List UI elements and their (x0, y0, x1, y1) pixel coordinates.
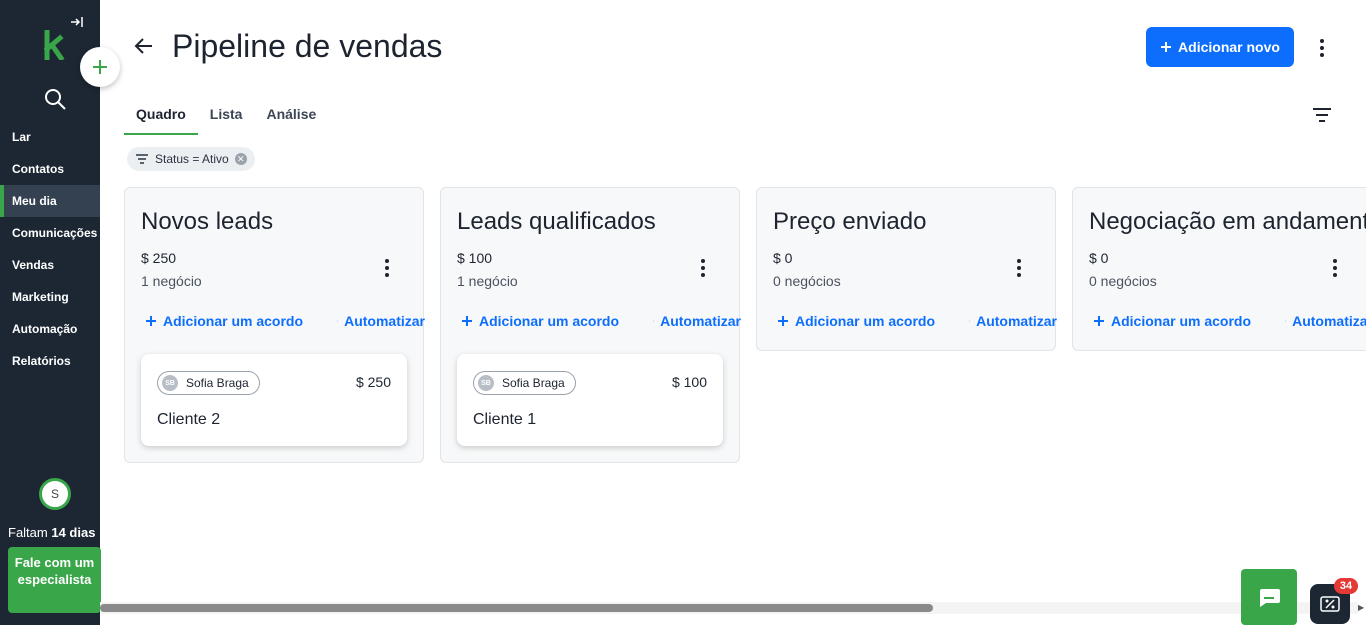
pipeline-column: Negociação em andamento $ 0 0 negócios Adic… (1072, 187, 1366, 351)
deal-name: Cliente 1 (473, 411, 537, 428)
add-deal-button[interactable]: Adicionar um acordo (777, 313, 935, 329)
automate-button[interactable]: Automatizar (653, 313, 741, 329)
lightning-icon (969, 320, 971, 322)
add-deal-button[interactable]: Adicionar um acordo (461, 313, 619, 329)
owner-avatar: SB (162, 375, 178, 391)
logo-icon[interactable] (43, 29, 68, 62)
automate-button[interactable]: Automatizar (969, 313, 1057, 329)
tab-2[interactable]: Análise (254, 100, 328, 135)
column-deal-count: 1 negócio (141, 273, 202, 289)
owner-name: Sofia Braga (186, 376, 249, 390)
deal-value: $ 100 (671, 374, 707, 390)
chat-button[interactable] (1241, 569, 1297, 625)
add-new-button[interactable]: Adicionar novo (1146, 27, 1294, 67)
pipeline-column: Leads qualificados $ 100 1 negócio Adiciona… (440, 187, 741, 463)
automate-label: Automatizar (344, 313, 425, 329)
filter-icon[interactable] (1310, 104, 1334, 126)
deal-name: Cliente 2 (157, 411, 221, 428)
view-tabs: Quadro Lista Análise (124, 100, 328, 136)
more-options-icon[interactable] (1310, 36, 1334, 60)
lightning-icon (653, 320, 655, 322)
automate-label: Automatizar (1292, 313, 1366, 329)
column-amount: $ 0 (1089, 250, 1109, 266)
pipeline-board: Novos leads $ 250 1 negócio Adicionar um ac… (124, 187, 1366, 597)
notification-count-badge: 34 (1334, 578, 1358, 594)
talk-to-expert-button[interactable]: Fale com um especialista (8, 547, 101, 613)
sidebar-item-3[interactable]: Comunicações (0, 217, 100, 249)
column-title: Negociação em andamento (1089, 208, 1366, 235)
deal-owner-chip[interactable]: SB Sofia Braga (473, 371, 576, 395)
sidebar-item-4[interactable]: Vendas (0, 249, 100, 281)
sidebar-item-5[interactable]: Marketing (0, 281, 100, 313)
column-menu-icon[interactable] (1007, 256, 1031, 280)
automate-button[interactable]: Automatizar (1285, 313, 1366, 329)
sidebar-nav: Lar Contatos Meu dia Comunicações Vendas Mark… (0, 121, 100, 377)
filter-lines-icon (136, 154, 148, 164)
pipeline-column: Novos leads $ 250 1 negócio Adicionar um ac… (124, 187, 425, 463)
automate-label: Automatizar (660, 313, 741, 329)
sidebar-item-7[interactable]: Relatórios (0, 345, 100, 377)
automate-label: Automatizar (976, 313, 1057, 329)
owner-avatar: SB (478, 375, 494, 391)
filter-chip-label: Status = Ativo (155, 152, 229, 166)
status-filter-chip[interactable]: Status = Ativo ✕ (127, 147, 255, 171)
pipeline-column: Preço enviado $ 0 0 negócios Adicionar um a… (756, 187, 1057, 351)
add-new-label: Adicionar novo (1178, 39, 1280, 55)
plus-icon (462, 316, 472, 326)
add-deal-label: Adicionar um acordo (795, 313, 936, 329)
column-amount: $ 100 (457, 250, 493, 266)
tab-0[interactable]: Quadro (124, 100, 198, 135)
column-deal-count: 0 negócios (1089, 273, 1157, 289)
page-title: Pipeline de vendas (172, 28, 443, 64)
remove-filter-icon[interactable]: ✕ (234, 153, 247, 165)
column-deal-count: 1 negócio (457, 273, 518, 289)
deal-value: $ 250 (355, 374, 391, 390)
back-arrow-icon[interactable] (132, 34, 156, 58)
column-title: Preço enviado (773, 208, 927, 235)
chat-bubble-icon (1260, 589, 1280, 607)
deal-owner-chip[interactable]: SB Sofia Braga (157, 371, 260, 395)
scrollbar-thumb[interactable] (100, 604, 933, 612)
column-menu-icon[interactable] (375, 256, 399, 280)
trial-remaining-text: Faltam 14 dias (8, 525, 96, 540)
add-deal-button[interactable]: Adicionar um acordo (1093, 313, 1251, 329)
deal-card[interactable]: SB Sofia Braga $ 250 Cliente 2 (141, 354, 407, 446)
scroll-right-icon[interactable]: ▶ (1358, 602, 1366, 614)
search-icon[interactable] (42, 86, 68, 112)
column-amount: $ 0 (773, 250, 793, 266)
column-menu-icon[interactable] (1323, 256, 1347, 280)
sidebar-item-2[interactable]: Meu dia (0, 185, 100, 217)
column-title: Leads qualificados (457, 208, 656, 235)
plus-icon (1094, 316, 1104, 326)
avatar[interactable]: S (39, 478, 71, 510)
column-deal-count: 0 negócios (773, 273, 841, 289)
add-deal-button[interactable]: Adicionar um acordo (145, 313, 303, 329)
discount-coupon-icon (1320, 596, 1340, 612)
column-title: Novos leads (141, 208, 274, 235)
sidebar-item-0[interactable]: Lar (0, 121, 100, 153)
plus-icon (778, 316, 788, 326)
lightning-icon (1285, 320, 1287, 322)
sidebar: Lar Contatos Meu dia Comunicações Vendas Mark… (0, 0, 101, 625)
owner-name: Sofia Braga (502, 376, 565, 390)
automate-button[interactable]: Automatizar (337, 313, 425, 329)
collapse-sidebar-icon[interactable] (68, 14, 86, 32)
add-deal-label: Adicionar um acordo (163, 313, 304, 329)
add-deal-label: Adicionar um acordo (1111, 313, 1252, 329)
column-menu-icon[interactable] (691, 256, 715, 280)
sidebar-item-6[interactable]: Automação (0, 313, 100, 345)
add-deal-label: Adicionar um acordo (479, 313, 620, 329)
column-amount: $ 250 (141, 250, 177, 266)
deal-card[interactable]: SB Sofia Braga $ 100 Cliente 1 (457, 354, 723, 446)
plus-icon (1161, 42, 1172, 52)
plus-icon (146, 316, 156, 326)
tab-1[interactable]: Lista (198, 100, 255, 135)
sidebar-item-1[interactable]: Contatos (0, 153, 100, 185)
lightning-icon (337, 320, 339, 322)
quick-add-button[interactable] (80, 47, 120, 87)
